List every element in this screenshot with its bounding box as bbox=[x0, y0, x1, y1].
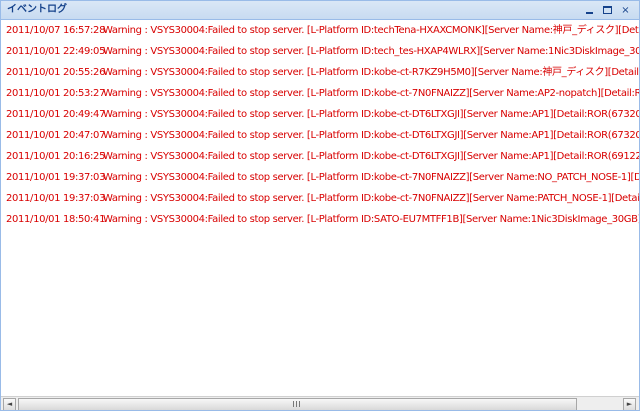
log-message: Warning : VSYS30004:Failed to stop serve… bbox=[103, 88, 639, 99]
log-row[interactable]: 2011/10/01 20:49:47 Warning : VSYS30004:… bbox=[1, 104, 639, 125]
log-date: 2011/10/01 18:50:41 bbox=[6, 214, 106, 225]
log-row[interactable]: 2011/10/01 20:16:25 Warning : VSYS30004:… bbox=[1, 146, 639, 167]
scroll-left-arrow-icon[interactable]: ◄ bbox=[3, 398, 16, 410]
log-date: 2011/10/01 20:49:47 bbox=[6, 109, 106, 120]
scrollbar-thumb[interactable] bbox=[18, 398, 577, 410]
log-row[interactable]: 2011/10/01 19:37:03 Warning : VSYS30004:… bbox=[1, 167, 639, 188]
log-date: 2011/10/01 20:53:27 bbox=[6, 88, 106, 99]
log-date: 2011/10/01 19:37:03 bbox=[6, 172, 106, 183]
log-date: 2011/10/01 19:37:03 bbox=[6, 193, 106, 204]
event-log-window: イベントログ × 2011/10/07 16:57:28 Warning : V… bbox=[0, 0, 640, 411]
log-message: Warning : VSYS30004:Failed to stop serve… bbox=[103, 25, 639, 36]
window-title: イベントログ bbox=[7, 4, 67, 15]
scrollbar-grip-icon bbox=[293, 401, 301, 407]
log-date: 2011/10/07 16:57:28 bbox=[6, 25, 106, 36]
log-date: 2011/10/01 22:49:05 bbox=[6, 46, 106, 57]
log-row[interactable]: 2011/10/01 22:49:05 Warning : VSYS30004:… bbox=[1, 41, 639, 62]
log-message: Warning : VSYS30004:Failed to stop serve… bbox=[103, 130, 639, 141]
maximize-icon[interactable] bbox=[601, 4, 614, 16]
close-icon[interactable]: × bbox=[619, 4, 632, 16]
minimize-icon[interactable] bbox=[583, 4, 596, 16]
title-bar[interactable]: イベントログ × bbox=[1, 1, 639, 20]
log-message: Warning : VSYS30004:Failed to stop serve… bbox=[103, 193, 639, 204]
horizontal-scrollbar[interactable]: ◄ ► bbox=[1, 396, 639, 410]
log-message: Warning : VSYS30004:Failed to stop serve… bbox=[103, 172, 639, 183]
log-row[interactable]: 2011/10/01 20:53:27 Warning : VSYS30004:… bbox=[1, 83, 639, 104]
log-message: Warning : VSYS30004:Failed to stop serve… bbox=[103, 109, 639, 120]
log-row[interactable]: 2011/10/01 18:50:41 Warning : VSYS30004:… bbox=[1, 209, 639, 230]
log-row[interactable]: 2011/10/07 16:57:28 Warning : VSYS30004:… bbox=[1, 20, 639, 41]
log-message: Warning : VSYS30004:Failed to stop serve… bbox=[103, 151, 639, 162]
event-log-list: 2011/10/07 16:57:28 Warning : VSYS30004:… bbox=[1, 20, 639, 397]
log-row[interactable]: 2011/10/01 19:37:03 Warning : VSYS30004:… bbox=[1, 188, 639, 209]
log-message: Warning : VSYS30004:Failed to stop serve… bbox=[103, 46, 639, 57]
log-message: Warning : VSYS30004:Failed to stop serve… bbox=[103, 67, 639, 78]
log-row[interactable]: 2011/10/01 20:55:26 Warning : VSYS30004:… bbox=[1, 62, 639, 83]
log-date: 2011/10/01 20:47:07 bbox=[6, 130, 106, 141]
log-row[interactable]: 2011/10/01 20:47:07 Warning : VSYS30004:… bbox=[1, 125, 639, 146]
log-message: Warning : VSYS30004:Failed to stop serve… bbox=[103, 214, 639, 225]
scroll-right-arrow-icon[interactable]: ► bbox=[623, 398, 636, 410]
log-date: 2011/10/01 20:55:26 bbox=[6, 67, 106, 78]
log-date: 2011/10/01 20:16:25 bbox=[6, 151, 106, 162]
